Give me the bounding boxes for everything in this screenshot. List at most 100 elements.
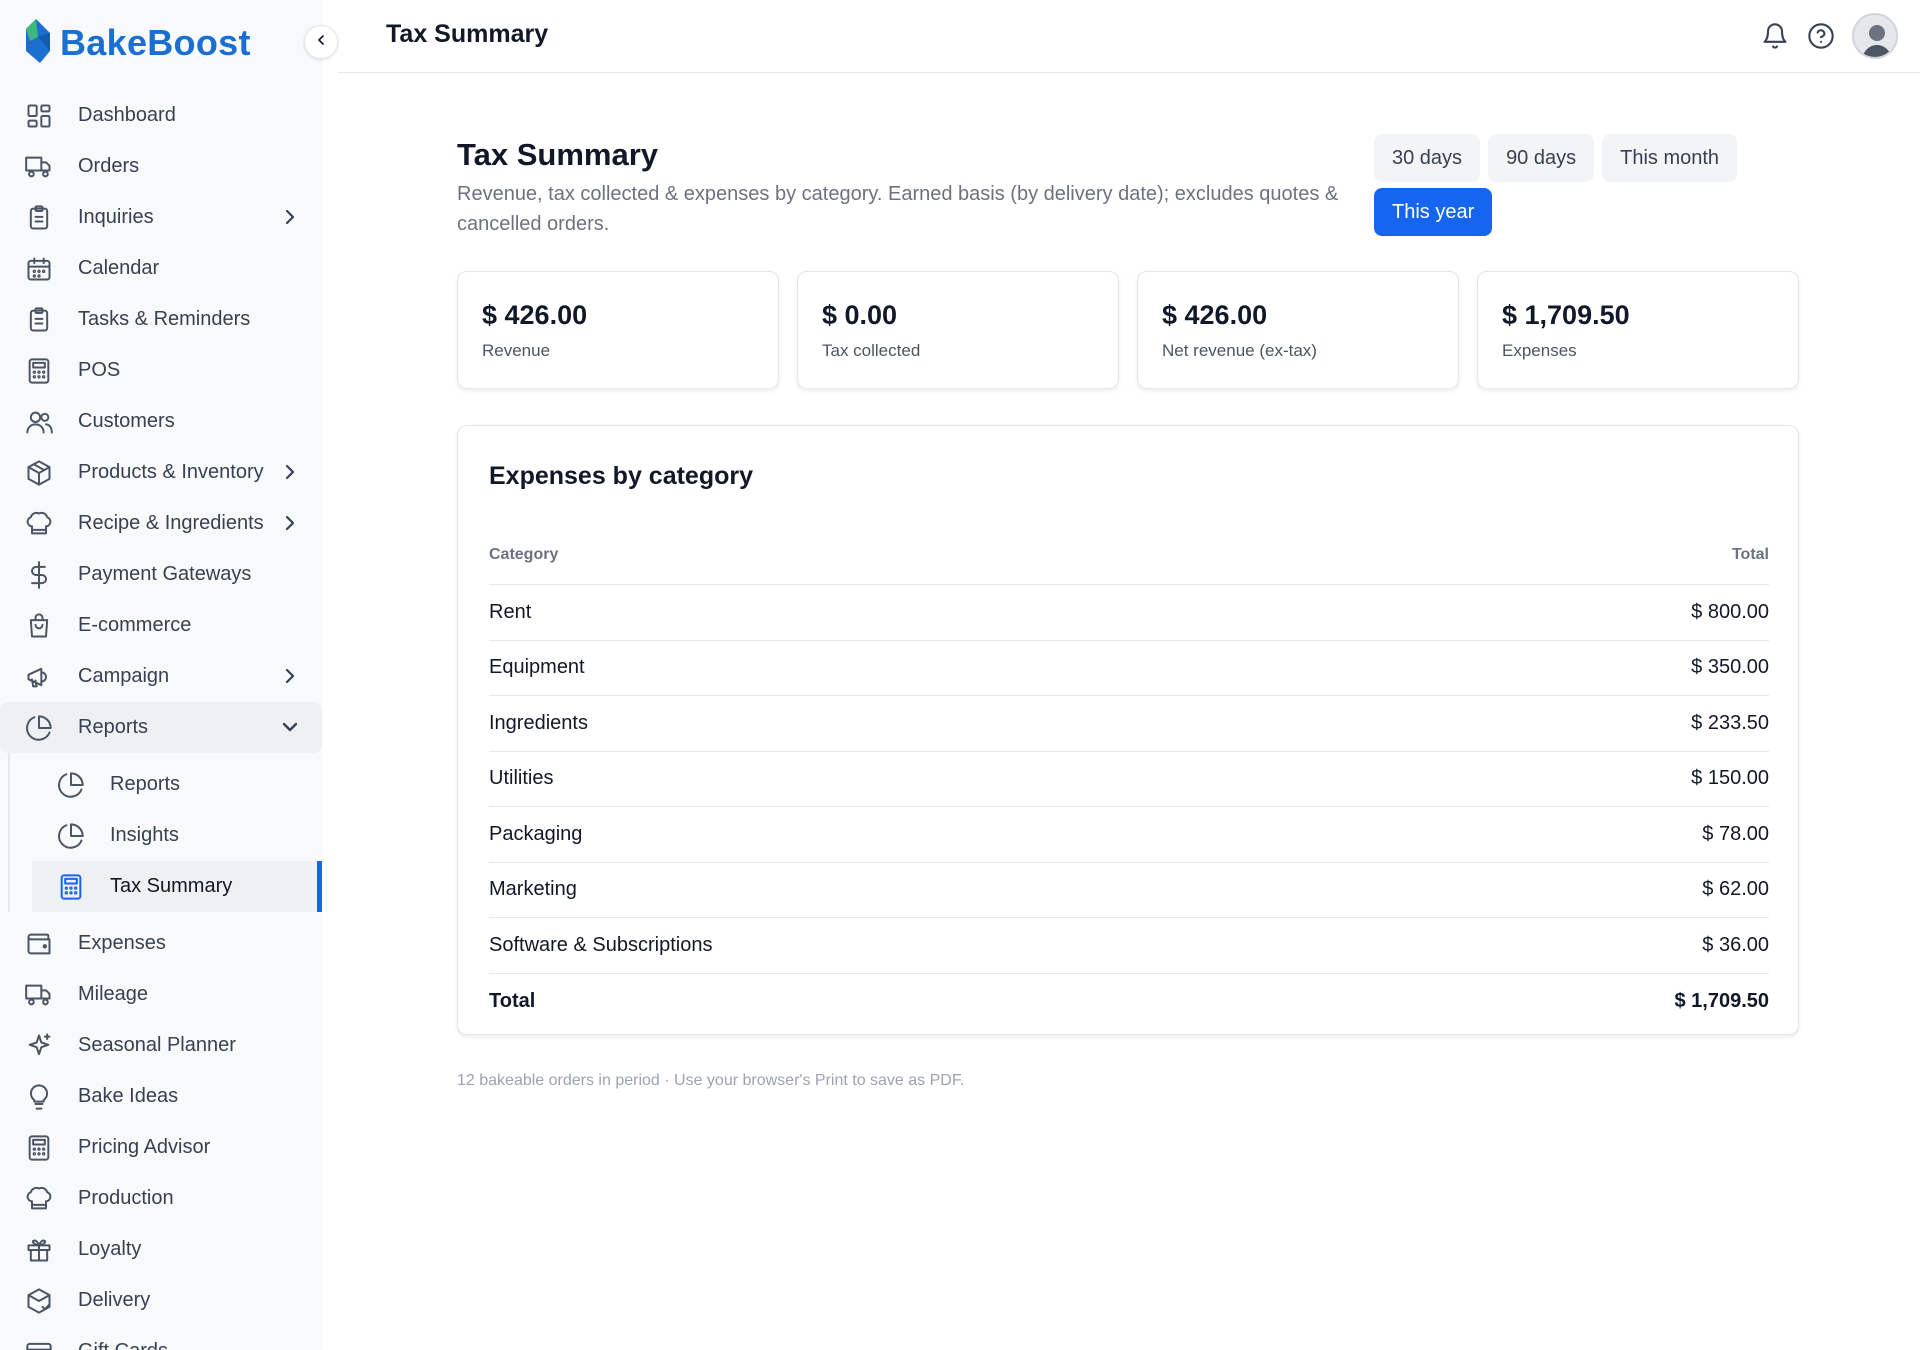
table-row: Packaging $ 78.00 [489, 807, 1769, 863]
shopping-bag-icon [24, 611, 54, 641]
sidebar-item-production[interactable]: Production [0, 1173, 322, 1224]
header-title: Tax Summary [386, 20, 549, 48]
sidebar-item-label: E-commerce [78, 614, 192, 636]
sidebar-item-label: Mileage [78, 983, 149, 1005]
expenses-card-title: Expenses by category [489, 462, 754, 490]
pie-chart-icon [24, 713, 54, 743]
sidebar-item-campaign[interactable]: Campaign [0, 651, 322, 702]
category-cell: Software & Subscriptions [489, 933, 713, 956]
chevron-right-icon [278, 460, 302, 484]
sidebar-item-delivery[interactable]: Delivery [0, 1275, 322, 1326]
sidebar-nav-lower: Expenses Mileage Seasonal Planner Bake Idea… [0, 912, 322, 1350]
column-header-total: Total [1731, 546, 1769, 563]
total-value: $ 1,709.50 [1674, 989, 1769, 1012]
clipboard-icon [24, 305, 54, 335]
sidebar-item-tasks-and-reminders[interactable]: Tasks & Reminders [0, 294, 322, 345]
range-button-this-month[interactable]: This month [1602, 134, 1738, 182]
stat-label: Expenses [1502, 341, 1577, 360]
category-cell: Rent [489, 600, 532, 623]
calculator-icon [56, 872, 86, 902]
sidebar-item-label: Products & Inventory [78, 461, 264, 483]
category-cell: Marketing [489, 878, 577, 901]
footnote: 12 bakeable orders in period · Use your … [457, 1072, 965, 1089]
chevron-right-icon [278, 205, 302, 229]
brand-name: BakeBoost [60, 22, 251, 63]
collapse-sidebar-button[interactable] [304, 25, 338, 59]
sidebar-item-pricing-advisor[interactable]: Pricing Advisor [0, 1122, 322, 1173]
sidebar-item-mileage[interactable]: Mileage [0, 969, 322, 1020]
card-icon [24, 1337, 54, 1350]
sidebar-item-label: Delivery [78, 1289, 151, 1311]
sidebar-item-label: Inquiries [78, 206, 154, 228]
lightbulb-icon [24, 1082, 54, 1112]
date-range-selector: 30 days 90 days This month This year [1374, 134, 1774, 236]
submenu-item-tax-summary[interactable]: Tax Summary [32, 861, 322, 912]
sidebar-item-dashboard[interactable]: Dashboard [0, 90, 322, 141]
sidebar-item-label: Customers [78, 410, 175, 432]
stat-card-revenue: $ 426.00 Revenue [457, 271, 779, 389]
sidebar-item-pos[interactable]: POS [0, 345, 322, 396]
sidebar-item-expenses[interactable]: Expenses [0, 918, 322, 969]
table-row: Marketing $ 62.00 [489, 863, 1769, 918]
range-button-30-days[interactable]: 30 days [1374, 134, 1481, 182]
sidebar-nav: Dashboard Orders Inquiries Calendar Tasks & … [0, 90, 322, 1350]
sidebar: BakeBoost Dashboard Orders Inquiries Calend… [0, 0, 322, 1350]
header-actions [1760, 13, 1898, 59]
sidebar-item-gift-cards[interactable]: Gift Cards [0, 1326, 322, 1350]
chevron-left-icon [313, 32, 329, 53]
sidebar-item-e-commerce[interactable]: E-commerce [0, 600, 322, 651]
table-row: Equipment $ 350.00 [489, 641, 1769, 696]
column-header-category: Category [489, 546, 559, 563]
sidebar-item-customers[interactable]: Customers [0, 396, 322, 447]
megaphone-icon [24, 662, 54, 692]
sidebar-item-orders[interactable]: Orders [0, 141, 322, 192]
sidebar-item-products-and-inventory[interactable]: Products & Inventory [0, 447, 322, 498]
table-row: Software & Subscriptions $ 36.00 [489, 918, 1769, 974]
stat-value: $ 426.00 [1162, 300, 1268, 330]
sidebar-item-bake-ideas[interactable]: Bake Ideas [0, 1071, 322, 1122]
chevron-right-icon [278, 511, 302, 535]
brand[interactable]: BakeBoost [22, 16, 251, 70]
sidebar-item-label: Recipe & Ingredients [78, 512, 264, 534]
sidebar-item-label: Gift Cards [78, 1340, 168, 1350]
submenu-item-insights[interactable]: Insights [0, 810, 322, 861]
range-button-90-days[interactable]: 90 days [1488, 134, 1595, 182]
stat-value: $ 0.00 [822, 300, 898, 330]
total-cell: $ 233.50 [1691, 711, 1769, 734]
users-icon [24, 407, 54, 437]
category-cell: Ingredients [489, 711, 588, 734]
sidebar-item-inquiries[interactable]: Inquiries [0, 192, 322, 243]
bell-icon[interactable] [1760, 21, 1790, 51]
user-avatar[interactable] [1852, 13, 1898, 59]
page-title: Tax Summary [457, 137, 659, 172]
stat-card-expenses: $ 1,709.50 Expenses [1477, 271, 1799, 389]
submenu-item-reports[interactable]: Reports [0, 759, 322, 810]
app: BakeBoost Dashboard Orders Inquiries Calend… [0, 0, 1920, 1350]
range-button-this-year[interactable]: This year [1374, 188, 1493, 236]
total-cell: $ 78.00 [1702, 822, 1769, 845]
truck-icon [24, 980, 54, 1010]
dashboard-icon [24, 101, 54, 131]
sidebar-item-recipe-and-ingredients[interactable]: Recipe & Ingredients [0, 498, 322, 549]
sidebar-item-payment-gateways[interactable]: Payment Gateways [0, 549, 322, 600]
sparkles-icon [24, 1031, 54, 1061]
table-body: Rent $ 800.00 Equipment $ 350.00 Ingredients… [489, 585, 1769, 974]
total-cell: $ 350.00 [1691, 656, 1769, 679]
sidebar-item-loyalty[interactable]: Loyalty [0, 1224, 322, 1275]
truck-icon [24, 152, 54, 182]
sidebar-item-label: Pricing Advisor [78, 1136, 211, 1158]
stat-value: $ 1,709.50 [1502, 300, 1630, 330]
sidebar-item-seasonal-planner[interactable]: Seasonal Planner [0, 1020, 322, 1071]
summary-stats: $ 426.00 Revenue $ 0.00 Tax collected $ 426.… [457, 271, 1799, 389]
table-row: Utilities $ 150.00 [489, 752, 1769, 807]
sidebar-item-reports[interactable]: Reports [0, 702, 322, 753]
chef-hat-icon [24, 1184, 54, 1214]
table-total-row: Total $ 1,709.50 [489, 974, 1769, 1030]
total-cell: $ 62.00 [1702, 878, 1769, 901]
sidebar-item-label: Calendar [78, 257, 160, 279]
sidebar-item-calendar[interactable]: Calendar [0, 243, 322, 294]
sidebar-item-label: Payment Gateways [78, 563, 252, 585]
sidebar-item-label: Loyalty [78, 1238, 142, 1260]
category-cell: Equipment [489, 656, 585, 679]
help-icon[interactable] [1806, 21, 1836, 51]
